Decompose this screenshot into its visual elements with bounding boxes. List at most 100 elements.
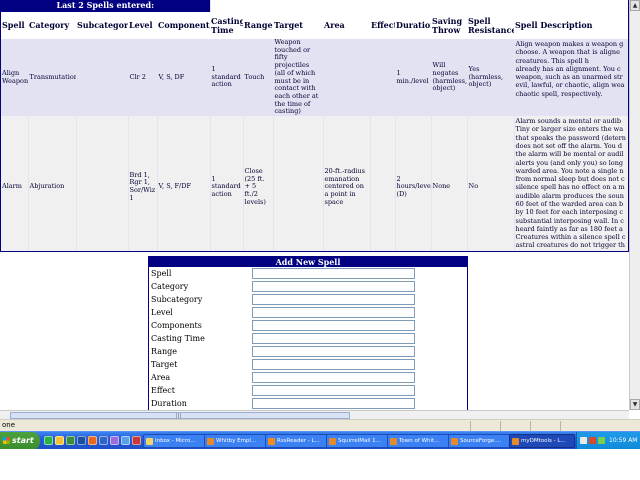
form-row-casting-time: Casting Time bbox=[149, 332, 467, 345]
cell-target: Weapon touched or fifty projectiles (all… bbox=[273, 39, 324, 117]
cell-spell-description: Alarm sounds a mental or audib Tiny or l… bbox=[514, 116, 628, 251]
browser-icon bbox=[329, 438, 336, 445]
subcategory-input[interactable] bbox=[252, 294, 415, 305]
taskbar-button-town[interactable]: Town of Whit... bbox=[387, 434, 451, 448]
cell-range: Close (25 ft. + 5 ft./2 levels) bbox=[243, 116, 274, 251]
security-icon[interactable] bbox=[589, 437, 596, 444]
form-row-range: Range bbox=[149, 345, 467, 358]
duration-input[interactable] bbox=[252, 398, 415, 409]
quicklaunch-icon[interactable] bbox=[66, 436, 75, 445]
cell-effect bbox=[370, 39, 396, 117]
cell-level: Clr 2 bbox=[128, 39, 158, 117]
system-tray: 10:59 AM bbox=[576, 432, 640, 450]
rss-icon bbox=[268, 438, 275, 445]
column-header-category: Category bbox=[28, 12, 76, 39]
outlook-icon bbox=[146, 438, 153, 445]
form-row-level: Level bbox=[149, 306, 467, 319]
table-row: Align Weapon Transmutation Clr 2 V, S, D… bbox=[1, 39, 628, 117]
cell-components: V, S, DF bbox=[157, 39, 211, 117]
duration-label: Duration bbox=[151, 399, 187, 408]
casting-time-input[interactable] bbox=[252, 333, 415, 344]
level-label: Level bbox=[151, 308, 173, 317]
form-row-category: Category bbox=[149, 280, 467, 293]
taskbar-button-mydmtools[interactable]: myDMtools - L... bbox=[509, 434, 575, 448]
cell-level: Brd 1, Rgr 1, Sor/Wiz 1 bbox=[128, 116, 158, 251]
cell-target bbox=[273, 116, 324, 251]
subcategory-label: Subcategory bbox=[151, 295, 203, 304]
spell-label: Spell bbox=[151, 269, 172, 278]
target-input[interactable] bbox=[252, 359, 415, 370]
cell-subcategory bbox=[76, 116, 129, 251]
network-icon[interactable] bbox=[580, 437, 587, 444]
column-header-spell: Spell bbox=[1, 12, 28, 39]
cell-spell-resistance: No bbox=[467, 116, 515, 251]
empty-area bbox=[0, 449, 640, 480]
category-input[interactable] bbox=[252, 281, 415, 292]
quicklaunch-icon[interactable] bbox=[121, 436, 130, 445]
status-text: one bbox=[2, 421, 16, 429]
scroll-up-arrow-icon[interactable]: ▲ bbox=[630, 0, 640, 11]
browser-icon bbox=[512, 438, 519, 445]
quicklaunch-icon[interactable] bbox=[44, 436, 53, 445]
taskbar-button-rssreader[interactable]: RssReader - L... bbox=[265, 434, 329, 448]
area-label: Area bbox=[151, 373, 171, 382]
add-spell-form-title: Add New Spell bbox=[149, 257, 467, 267]
horizontal-scroll-thumb[interactable]: ||| bbox=[10, 412, 350, 419]
level-input[interactable] bbox=[252, 307, 415, 318]
table-row: Alarm Abjuration Brd 1, Rgr 1, Sor/Wiz 1… bbox=[1, 116, 628, 251]
browser-icon bbox=[390, 438, 397, 445]
volume-icon[interactable] bbox=[598, 437, 605, 444]
components-input[interactable] bbox=[252, 320, 415, 331]
cell-casting-time: 1 standard action bbox=[210, 116, 244, 251]
cell-category: Abjuration bbox=[28, 116, 77, 251]
clock: 10:59 AM bbox=[609, 437, 638, 444]
start-label: start bbox=[12, 436, 34, 445]
quicklaunch-icon[interactable] bbox=[55, 436, 64, 445]
cell-casting-time: 1 standard action bbox=[210, 39, 244, 117]
taskbar-button-label: RssReader - L... bbox=[277, 438, 320, 444]
cell-range: Touch bbox=[243, 39, 274, 117]
quicklaunch-icon[interactable] bbox=[88, 436, 97, 445]
spells-table: Last 2 Spells entered: Spell Category Su… bbox=[1, 0, 628, 251]
form-row-area: Area bbox=[149, 371, 467, 384]
taskbar-button-whitby[interactable]: Whitby Empl... bbox=[204, 434, 268, 448]
form-row-duration: Duration bbox=[149, 397, 467, 410]
horizontal-scrollbar[interactable]: ||| bbox=[0, 410, 629, 419]
cell-area: 20-ft.-radius emanation centered on a po… bbox=[323, 116, 371, 251]
quicklaunch-icon[interactable] bbox=[132, 436, 141, 445]
scroll-down-arrow-icon[interactable]: ▼ bbox=[630, 399, 640, 410]
casting-time-label: Casting Time bbox=[151, 334, 205, 343]
area-input[interactable] bbox=[252, 372, 415, 383]
status-cell bbox=[500, 421, 501, 431]
taskbar-button-squirrelmail[interactable]: SquirrelMail 1... bbox=[326, 434, 390, 448]
spell-input[interactable] bbox=[252, 268, 415, 279]
range-input[interactable] bbox=[252, 346, 415, 357]
effect-label: Effect bbox=[151, 386, 175, 395]
cell-spell-resistance: Yes (harmless, object) bbox=[467, 39, 515, 117]
cell-area bbox=[323, 39, 371, 117]
form-row-subcategory: Subcategory bbox=[149, 293, 467, 306]
column-header-casting-time: Casting Time bbox=[210, 12, 244, 39]
column-header-components: Components bbox=[157, 12, 211, 39]
column-header-spell-description: Spell Description bbox=[514, 12, 628, 39]
add-spell-form: Add New Spell Spell Category Subcategory… bbox=[148, 256, 468, 412]
cell-saving-throw: Will negates (harmless, object) bbox=[431, 39, 468, 117]
cell-duration: 2 hours/level (D) bbox=[395, 116, 432, 251]
components-label: Components bbox=[151, 321, 202, 330]
quicklaunch-icon[interactable] bbox=[99, 436, 108, 445]
windows-logo-icon bbox=[3, 437, 10, 444]
vertical-scrollbar[interactable]: ▲ ▼ bbox=[629, 0, 640, 410]
effect-input[interactable] bbox=[252, 385, 415, 396]
taskbar-button-label: myDMtools - L... bbox=[521, 438, 566, 444]
taskbar-button-sourceforge[interactable]: SourceForge.... bbox=[448, 434, 512, 448]
range-label: Range bbox=[151, 347, 177, 356]
status-cell bbox=[470, 421, 471, 431]
quicklaunch-icon[interactable] bbox=[77, 436, 86, 445]
taskbar-button-label: SquirrelMail 1... bbox=[338, 438, 381, 444]
taskbar-button-inbox[interactable]: Inbox - Micro... bbox=[143, 434, 207, 448]
start-button[interactable]: start bbox=[0, 432, 40, 450]
cell-duration: 1 min./level bbox=[395, 39, 432, 117]
column-header-effect: Effect bbox=[370, 12, 396, 39]
form-row-spell: Spell bbox=[149, 267, 467, 280]
quicklaunch-icon[interactable] bbox=[110, 436, 119, 445]
